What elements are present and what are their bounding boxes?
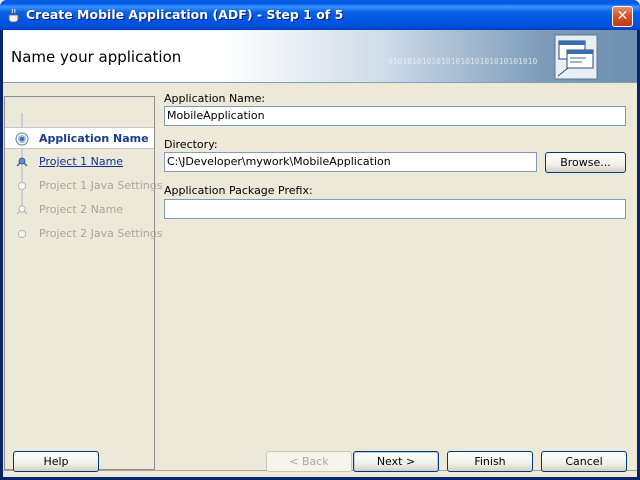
dialog-body: Name your application 010101010101010101… [3,30,637,477]
header-banner: Name your application 010101010101010101… [3,30,637,83]
next-button[interactable]: Next > [353,451,439,472]
finish-button[interactable]: Finish [447,451,533,472]
step-project-2-name: Project 2 Name [5,199,154,221]
step-node-icon [18,230,26,238]
step-node-icon [16,157,28,167]
app-name-label: Application Name: [164,92,266,105]
window-title: Create Mobile Application (ADF) - Step 1… [26,7,344,22]
step-node-icon [18,182,26,190]
close-button[interactable]: ✕ [612,6,633,27]
package-prefix-label: Application Package Prefix: [164,184,313,197]
help-button[interactable]: Help [13,451,99,472]
java-cup-icon [8,8,20,23]
title-bar[interactable]: Create Mobile Application (ADF) - Step 1… [0,0,640,30]
dialog-window: Create Mobile Application (ADF) - Step 1… [0,0,640,480]
wizard-steps-panel: Application Name Project 1 Name Project … [4,96,162,470]
step-label: Project 1 Java Settings [39,179,163,192]
directory-label: Directory: [164,138,218,151]
browse-button[interactable]: Browse... [545,152,626,173]
directory-input[interactable]: C:\JDeveloper\mywork\MobileApplication [164,152,537,172]
step-application-name[interactable]: Application Name [5,127,154,149]
close-icon: ✕ [616,8,629,24]
step-project-1-name[interactable]: Project 1 Name [5,151,154,173]
cancel-button[interactable]: Cancel [541,451,627,472]
package-prefix-input[interactable] [164,199,626,219]
application-windows-icon [554,34,598,80]
app-name-input[interactable]: MobileApplication [164,106,626,126]
step-label: Project 1 Name [39,155,124,168]
page-title: Name your application [11,48,182,66]
step-label: Project 2 Java Settings [39,227,163,240]
step-node-icon [16,205,28,215]
binary-decoration: 0101010101010101010101010101010 [388,57,538,66]
back-button[interactable]: < Back [266,451,352,472]
step-project-2-java-settings: Project 2 Java Settings [5,223,162,245]
current-step-icon [15,132,29,146]
step-project-1-java-settings: Project 1 Java Settings [5,175,162,197]
step-label: Application Name [39,132,149,145]
step-label: Project 2 Name [39,203,124,216]
